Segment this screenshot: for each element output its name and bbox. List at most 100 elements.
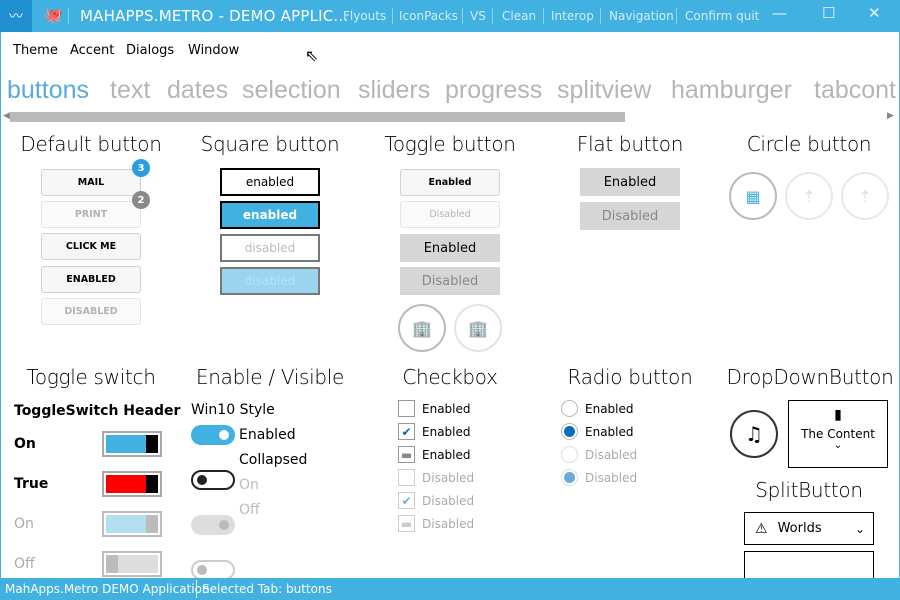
section-title: Default button [20,132,162,156]
cmd-navigation[interactable]: Navigation [609,9,674,23]
status-app-name: MahApps.Metro DEMO Application [5,582,210,596]
disabled-button: DISABLED [41,298,141,325]
tab-buttons[interactable]: buttons [7,76,89,105]
split-value: Worlds [777,521,822,536]
switch-label: Off [14,556,35,572]
radio-label: Enabled [585,402,634,416]
mail-button[interactable]: MAIL [41,169,141,196]
close-button[interactable]: ✕ [868,4,881,22]
tab-progress[interactable]: progress [445,76,542,105]
cmd-iconpacks[interactable]: IconPacks [399,9,458,23]
click-me-button[interactable]: CLICK ME [41,233,141,260]
checkbox-label: Disabled [422,517,475,531]
section-title: SplitButton [755,478,863,502]
split-button-2[interactable] [744,551,874,578]
checkbox-label: Enabled [422,425,471,439]
scroll-right-icon[interactable]: ▶ [887,111,894,121]
toggle-circle-button[interactable]: 🏢 [398,304,446,352]
menu-theme[interactable]: Theme [13,43,58,58]
radio-label: Disabled [585,448,638,462]
win10-toggle-disabled-on [191,515,235,535]
win10-toggle-collapsed[interactable] [191,470,235,490]
tab-dates[interactable]: dates [167,76,228,105]
mouse-cursor-icon: ⇖ [305,46,319,65]
cmd-clean[interactable]: Clean [502,9,536,23]
tab-splitview[interactable]: splitview [557,76,651,105]
circle-button-disabled: ⇡ [785,172,833,220]
checkbox-checked[interactable]: ✔ [398,423,415,440]
radio-checked[interactable] [561,423,578,440]
music-dropdown-button[interactable]: ♫ [730,410,778,458]
menu-window[interactable]: Window [188,43,239,58]
tab-hamburger[interactable]: hamburger [671,76,792,105]
status-bar: MahApps.Metro DEMO Application Selected … [0,578,900,600]
app-logo-icon: 〰 [0,0,32,32]
enabled-button[interactable]: ENABLED [41,266,141,293]
section-title: Checkbox [402,365,498,389]
tab-sliders[interactable]: sliders [358,76,430,105]
checkbox-disabled-checked: ✔ [398,492,415,509]
window-title: MAHAPPS.METRO - DEMO APPLIC... [80,7,349,25]
github-icon[interactable]: 🐙 [44,6,63,24]
city-icon: 🏢 [412,318,432,338]
tab-text[interactable]: text [110,76,150,105]
section-title: Toggle button [384,132,516,156]
warning-icon: ⚠ [755,520,768,537]
cmd-interop[interactable]: Interop [551,9,594,23]
win10-toggle-enabled[interactable] [191,425,235,445]
toggle-flat-enabled-button[interactable]: Enabled [400,234,500,262]
print-button: PRINT [41,201,141,228]
cmd-confirm-quit[interactable]: Confirm quit [685,9,759,23]
minimize-button[interactable]: — [772,4,787,22]
win10-style-header: Win10 Style [191,402,275,418]
tab-tabcontrol[interactable]: tabcont [814,76,898,105]
music-note-icon: ♫ [745,422,763,446]
checkbox-disabled-unchecked [398,469,415,486]
tab-selection[interactable]: selection [242,76,341,105]
scroll-left-icon[interactable]: ◀ [3,111,10,121]
switch-label: True [14,476,49,492]
radio-unchecked[interactable] [561,400,578,417]
dash-icon: ▬ [400,516,413,531]
toggle-switch-true[interactable] [102,471,162,497]
switch-label: On [14,436,36,452]
menu-dialogs[interactable]: Dialogs [126,43,174,58]
toggle-label: Enabled [239,427,296,443]
checkbox-indeterminate[interactable]: ▬ [398,446,415,463]
check-icon: ✔ [401,424,412,439]
chevron-down-icon: ⌄ [833,440,843,451]
split-button[interactable]: ⚠ Worlds ⌄ [744,512,874,545]
win10-toggle-disabled-off [191,560,235,580]
checkbox-label: Disabled [422,494,475,508]
checkbox-disabled-indeterminate: ▬ [398,515,415,532]
toggle-label: On [239,477,259,493]
cmd-vs[interactable]: VS [470,9,486,23]
square-accent-disabled-button: disabled [220,267,320,295]
flat-enabled-button[interactable]: Enabled [580,168,680,196]
chevron-down-icon[interactable]: ⌄ [855,522,865,536]
toggle-circle-button-2[interactable]: 🏢 [454,304,502,352]
tab-scrollbar-thumb[interactable] [10,112,625,122]
toggle-switch-on[interactable] [102,431,162,457]
square-enabled-button[interactable]: enabled [220,168,320,196]
section-title: Radio button [567,365,693,389]
cmd-flyouts[interactable]: Flyouts [343,9,386,23]
square-accent-button[interactable]: enabled [220,201,320,229]
toggle-disabled-button: Disabled [400,201,500,228]
title-bar: 〰 🐙 MAHAPPS.METRO - DEMO APPLIC... Flyou… [0,0,900,32]
check-icon: ✔ [401,493,412,508]
menu-accent[interactable]: Accent [70,43,114,58]
toggle-enabled-button[interactable]: Enabled [400,169,500,196]
checkbox-unchecked[interactable] [398,400,415,417]
toggle-label: Off [239,502,260,518]
mail-badge: 3 [132,159,150,177]
toggle-switch-disabled-on [102,511,162,537]
maximize-button[interactable]: ☐ [822,4,835,22]
toggle-flat-disabled-button: Disabled [400,267,500,295]
radio-disabled-checked [561,469,578,486]
content-dropdown-button[interactable]: ▮ The Content ⌄ [788,400,888,468]
radio-label: Disabled [585,471,638,485]
section-title: DropDownButton [726,365,894,389]
switch-label: On [14,516,34,532]
circle-button[interactable]: ▦ [729,172,777,220]
